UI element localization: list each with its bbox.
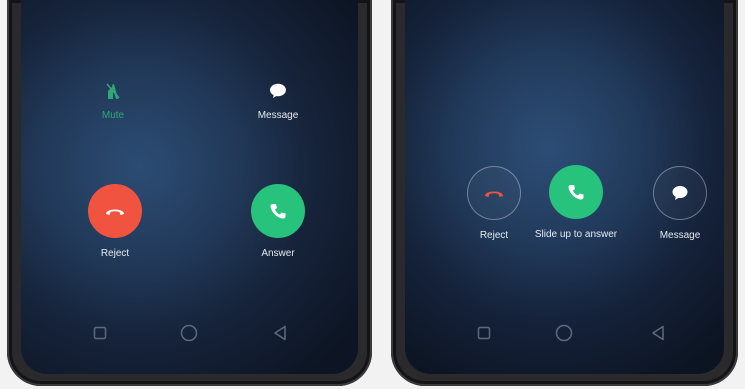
incoming-call-screen-left: Mute Message Reject Answer xyxy=(21,0,358,374)
incoming-call-screen-right: Reject Slide up to answer Message xyxy=(405,0,724,374)
hang-up-icon xyxy=(106,209,124,215)
answer-button[interactable]: Answer xyxy=(243,184,313,260)
phone-right: Reject Slide up to answer Message xyxy=(391,0,738,386)
mute-icon xyxy=(102,80,124,102)
mute-label: Mute xyxy=(101,110,125,121)
recent-apps-icon[interactable] xyxy=(91,324,109,342)
message-label: Message xyxy=(257,110,299,121)
hang-up-icon xyxy=(485,191,503,197)
back-icon[interactable] xyxy=(649,324,667,342)
phone-icon xyxy=(568,185,584,200)
reject-label: Reject xyxy=(479,230,509,241)
mute-button[interactable]: Mute xyxy=(83,80,143,122)
home-icon[interactable] xyxy=(555,324,573,342)
message-circle[interactable] xyxy=(653,166,707,220)
recent-apps-icon[interactable] xyxy=(475,324,493,342)
answer-circle[interactable] xyxy=(549,165,603,219)
reject-button[interactable]: Reject xyxy=(80,184,150,260)
home-icon[interactable] xyxy=(180,324,198,342)
navigation-bar xyxy=(21,324,358,344)
slide-up-to-answer-label: Slide up to answer xyxy=(534,229,618,240)
phone-left: Mute Message Reject Answer xyxy=(7,0,372,386)
message-icon xyxy=(267,80,289,102)
reject-circle[interactable] xyxy=(467,166,521,220)
back-icon[interactable] xyxy=(271,324,289,342)
reject-circle[interactable] xyxy=(88,184,142,238)
answer-button[interactable]: Slide up to answer xyxy=(524,165,628,241)
message-button[interactable]: Message xyxy=(632,166,724,242)
answer-label: Answer xyxy=(261,248,295,259)
reject-label: Reject xyxy=(100,248,130,259)
phone-icon xyxy=(270,204,286,219)
navigation-bar xyxy=(405,324,724,344)
message-button[interactable]: Message xyxy=(243,80,313,122)
answer-circle[interactable] xyxy=(251,184,305,238)
message-icon xyxy=(672,186,688,200)
message-label: Message xyxy=(659,230,701,241)
